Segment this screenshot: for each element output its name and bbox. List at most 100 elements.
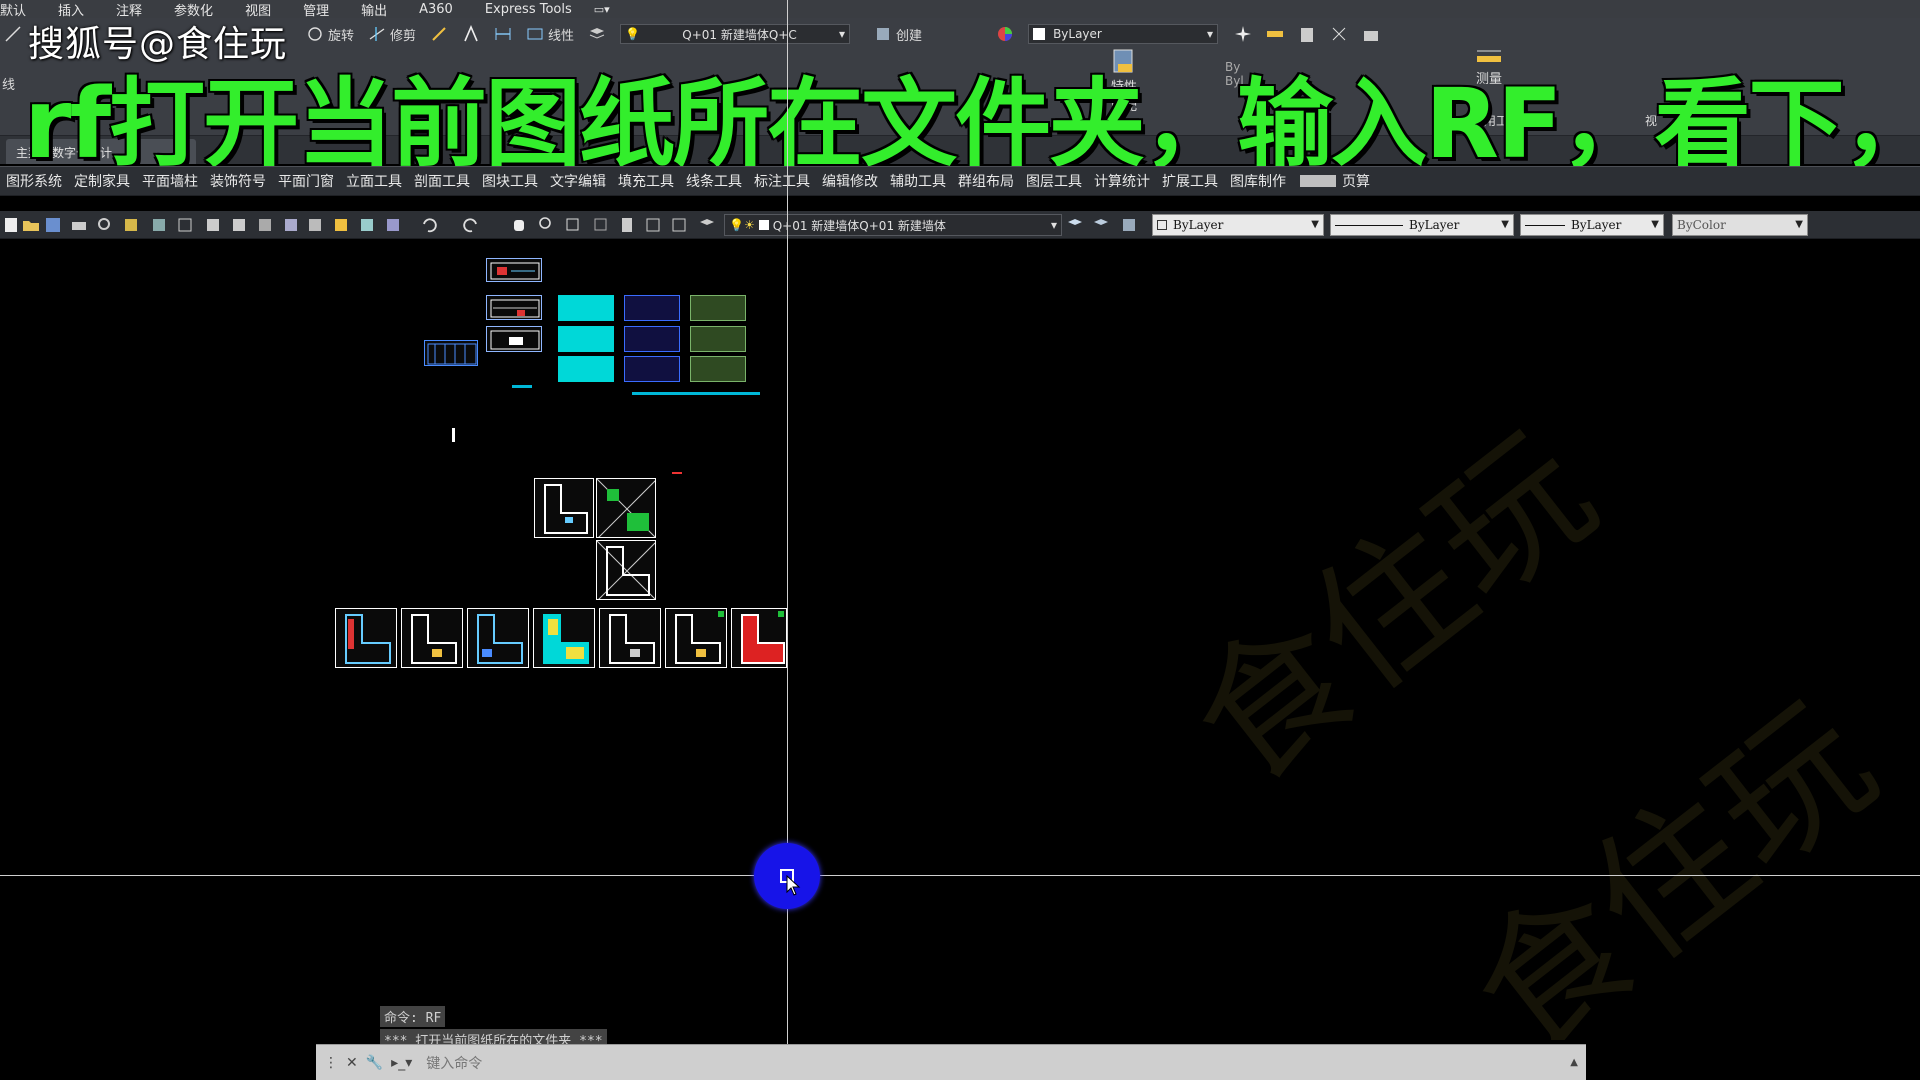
window-icon xyxy=(1364,31,1379,41)
ribbon-color-combo[interactable]: ByLayer ▾ xyxy=(1028,24,1219,44)
zoom-realtime-icon[interactable] xyxy=(538,216,556,234)
drawing-thumbnail xyxy=(427,343,477,365)
drawing-sheet-cyan xyxy=(558,326,614,352)
wrench-icon[interactable]: 🔧 xyxy=(366,1055,383,1071)
ribbon-tab-manage[interactable]: 管理 xyxy=(287,0,345,19)
designcenter-icon[interactable] xyxy=(644,216,662,234)
copy-icon[interactable] xyxy=(230,216,248,234)
menu-library-make[interactable]: 图库制作 xyxy=(1224,171,1292,191)
drawing-sheet xyxy=(599,608,661,668)
undo-icon[interactable] xyxy=(420,216,438,234)
menu-graphics-system[interactable]: 图形系统 xyxy=(0,171,68,191)
menu-custom-furniture[interactable]: 定制家具 xyxy=(68,171,136,191)
chevron-down-icon: ▼ xyxy=(1651,219,1659,230)
linear-dim-button[interactable]: 线性 xyxy=(526,25,574,44)
dc-icon[interactable] xyxy=(358,216,376,234)
brush-button[interactable] xyxy=(430,25,448,43)
ribbon-tab-a360[interactable]: A360 xyxy=(403,2,469,17)
open-folder-icon[interactable] xyxy=(22,216,40,234)
ribbon-tab-output[interactable]: 输出 xyxy=(345,0,403,19)
menu-block-tools[interactable]: 图块工具 xyxy=(476,171,544,191)
toolpalette-icon[interactable] xyxy=(384,216,402,234)
menu-page-calc[interactable]: 页算 xyxy=(1336,171,1376,191)
lineweight-combo[interactable]: ByLayer ▼ xyxy=(1520,214,1664,236)
paste-button[interactable] xyxy=(1298,25,1316,43)
menu-ext-tools[interactable]: 扩展工具 xyxy=(1156,171,1224,191)
menu-elevation-tools[interactable]: 立面工具 xyxy=(340,171,408,191)
grip-icon[interactable]: ⋮ xyxy=(324,1055,338,1071)
pan-hand-icon[interactable] xyxy=(510,216,528,234)
menu-plan-walls[interactable]: 平面墙柱 xyxy=(136,171,204,191)
render-icon[interactable] xyxy=(150,216,168,234)
layer-manager-icon[interactable] xyxy=(698,216,716,234)
paste-icon[interactable] xyxy=(256,216,274,234)
table-icon[interactable] xyxy=(332,216,350,234)
cut-button[interactable] xyxy=(1330,25,1348,43)
drawing-sheet xyxy=(534,478,594,538)
zoom-prev-icon[interactable] xyxy=(592,216,610,234)
color-wheel-button[interactable] xyxy=(996,25,1014,43)
zoom-window-icon[interactable] xyxy=(564,216,582,234)
menu-section-tools[interactable]: 剖面工具 xyxy=(408,171,476,191)
clipboard-icon xyxy=(1301,28,1314,42)
layer-props-button[interactable] xyxy=(588,25,606,43)
command-prompt-icon[interactable]: ▸_▾ xyxy=(391,1055,412,1071)
plotstyle-combo[interactable]: ByColor ▼ xyxy=(1672,214,1808,236)
view-top-button[interactable] xyxy=(1362,25,1380,43)
redo-icon[interactable] xyxy=(462,216,480,234)
edit-icon[interactable] xyxy=(204,216,222,234)
match-props-icon[interactable] xyxy=(282,216,300,234)
save-icon[interactable] xyxy=(44,216,62,234)
print-icon[interactable] xyxy=(70,216,88,234)
publish-icon[interactable] xyxy=(122,216,140,234)
menu-plan-doors[interactable]: 平面门窗 xyxy=(272,171,340,191)
layer-previous-icon[interactable] xyxy=(1092,216,1110,234)
dimension-button[interactable] xyxy=(494,25,512,43)
sheetset-icon[interactable] xyxy=(670,216,688,234)
rotate-button[interactable]: 旋转 xyxy=(306,25,354,44)
preview-icon[interactable] xyxy=(96,216,114,234)
close-icon[interactable]: ✕ xyxy=(346,1055,358,1071)
new-file-icon[interactable] xyxy=(2,216,20,234)
make-current-icon[interactable] xyxy=(1066,216,1084,234)
block-editor-icon[interactable] xyxy=(306,216,324,234)
menu-edit-modify[interactable]: 编辑修改 xyxy=(816,171,884,191)
drawing-sheet-blue xyxy=(624,295,680,321)
menu-calc-stats[interactable]: 计算统计 xyxy=(1088,171,1156,191)
props-icon[interactable] xyxy=(618,216,636,234)
linetype-combo[interactable]: ByLayer ▼ xyxy=(1330,214,1514,236)
menu-decor-symbols[interactable]: 装饰符号 xyxy=(204,171,272,191)
drawing-thumbnail xyxy=(490,299,540,318)
match-layer-button[interactable] xyxy=(1234,25,1252,43)
ribbon-tab-express-tools[interactable]: Express Tools xyxy=(469,2,588,17)
menu-aux-tools[interactable]: 辅助工具 xyxy=(884,171,952,191)
dimension-icon xyxy=(495,28,511,40)
text-a-button[interactable] xyxy=(462,25,480,43)
command-input[interactable]: 键入命令 xyxy=(426,1053,482,1073)
menu-group-layout[interactable]: 群组布局 xyxy=(952,171,1020,191)
trim-button[interactable]: 修剪 xyxy=(368,25,416,44)
color-combo[interactable]: ByLayer ▼ xyxy=(1152,214,1324,236)
grid-icon[interactable] xyxy=(176,216,194,234)
menu-hatch-tools[interactable]: 填充工具 xyxy=(612,171,680,191)
menu-dim-tools[interactable]: 标注工具 xyxy=(748,171,816,191)
menu-layer-tools[interactable]: 图层工具 xyxy=(1020,171,1088,191)
layer-combo[interactable]: 💡 ☀ Q+01 新建墙体Q+01 新建墙体 ▾ xyxy=(724,214,1062,236)
command-line[interactable]: ⋮ ✕ 🔧 ▸_▾ 键入命令 ▲ xyxy=(316,1044,1586,1080)
lineweight-combo-value: ByLayer xyxy=(1571,218,1622,232)
measure-top-button[interactable] xyxy=(1266,25,1284,43)
chevron-up-icon[interactable]: ▲ xyxy=(1570,1057,1578,1068)
command-history-line: 命令: RF xyxy=(380,1006,446,1027)
menu-text-edit[interactable]: 文字编辑 xyxy=(544,171,612,191)
line-button[interactable] xyxy=(4,25,22,43)
ribbon-tab-overflow[interactable]: ▭▾ xyxy=(588,3,616,16)
create-label: 创建 xyxy=(896,28,923,44)
floorplan-thumbnail xyxy=(675,611,724,664)
layer-state-icon[interactable] xyxy=(1120,216,1138,234)
create-block-button[interactable]: 创建 xyxy=(874,25,922,44)
color-swatch-icon xyxy=(1033,28,1046,40)
menu-line-tools[interactable]: 线条工具 xyxy=(680,171,748,191)
drawing-canvas[interactable]: 食住玩 食住玩 xyxy=(0,240,1920,1040)
trim-icon xyxy=(369,27,385,41)
ribbon-layer-combo[interactable]: 💡 Q+01 新建墙体Q+C ▾ xyxy=(620,24,851,44)
